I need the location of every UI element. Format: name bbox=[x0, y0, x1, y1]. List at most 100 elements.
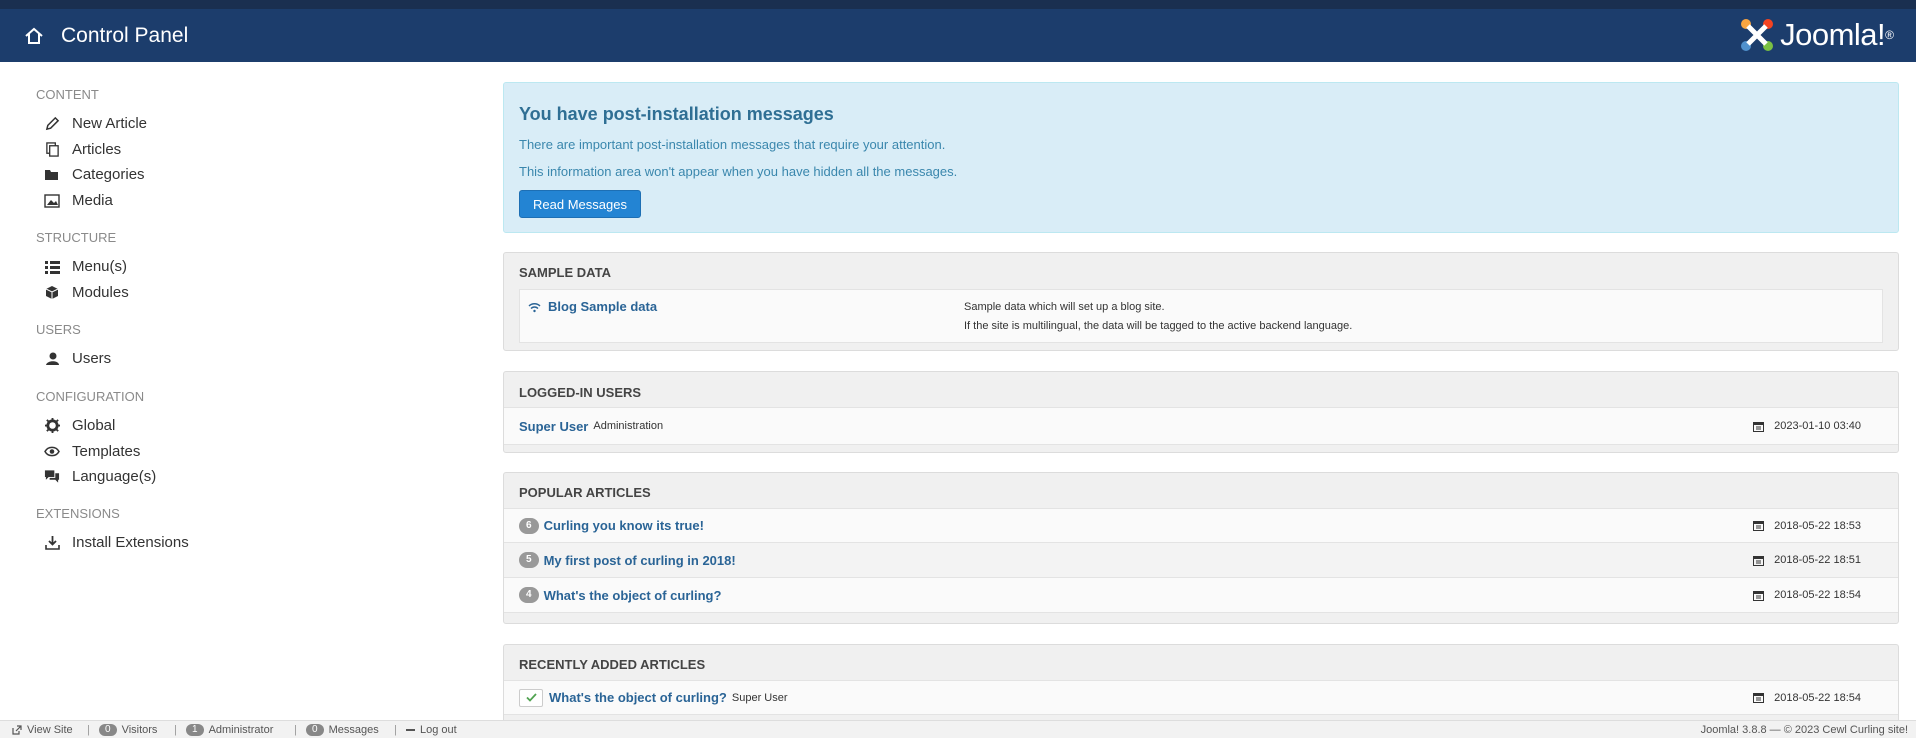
sidebar-header-extensions: EXTENSIONS bbox=[36, 506, 120, 521]
date-text: 2018-05-22 18:54 bbox=[1774, 691, 1861, 704]
date-value: 2018-05-22 18:54 bbox=[1753, 692, 1861, 704]
sidebar-header-users: USERS bbox=[36, 322, 81, 337]
sidebar-item-modules[interactable]: Modules bbox=[44, 284, 129, 301]
header-bar: Control Panel Joomla! ® bbox=[0, 9, 1916, 62]
post-install-alert: You have post-installation messages Ther… bbox=[503, 82, 1899, 233]
hits-badge: 6 bbox=[519, 517, 539, 534]
client-label: Administration bbox=[593, 420, 664, 432]
calendar-icon bbox=[1753, 555, 1765, 566]
view-site-link[interactable]: View Site bbox=[12, 724, 73, 736]
calendar-icon bbox=[1753, 692, 1765, 703]
sidebar-item-label: Menu(s) bbox=[72, 258, 128, 275]
sample-data-desc-2: If the site is multilingual, the data wi… bbox=[964, 320, 1353, 332]
sidebar-item-global[interactable]: Global bbox=[44, 417, 115, 434]
module-title: LOGGED-IN USERS bbox=[519, 385, 642, 400]
visitors-status[interactable]: 0 Visitors bbox=[99, 724, 157, 736]
sidebar-item-label: Templates bbox=[72, 443, 141, 460]
top-status-bar bbox=[0, 0, 1916, 9]
sidebar-item-label: Modules bbox=[72, 284, 129, 301]
cube-icon bbox=[44, 285, 60, 301]
calendar-icon bbox=[1753, 590, 1765, 601]
sample-data-desc-1: Sample data which will set up a blog sit… bbox=[964, 301, 1165, 313]
article-link[interactable]: What's the object of curling? bbox=[544, 588, 722, 603]
download-icon bbox=[44, 535, 60, 551]
sidebar-item-users[interactable]: Users bbox=[44, 350, 111, 367]
date-text: 2018-05-22 18:54 bbox=[1774, 589, 1861, 601]
external-link-icon bbox=[12, 725, 22, 735]
list-icon bbox=[44, 259, 60, 275]
date-text: 2018-05-22 18:53 bbox=[1774, 519, 1861, 532]
page-title: Control Panel bbox=[61, 23, 189, 47]
published-check-icon[interactable] bbox=[519, 688, 543, 707]
sidebar-item-install-extensions[interactable]: Install Extensions bbox=[44, 534, 189, 551]
sidebar-header-configuration: CONFIGURATION bbox=[36, 389, 145, 404]
eye-icon bbox=[44, 444, 60, 460]
sidebar-item-label: New Article bbox=[72, 115, 148, 132]
calendar-icon bbox=[1753, 421, 1765, 432]
table-row: 4 What's the object of curling? 2018-05-… bbox=[504, 578, 1898, 613]
home-icon[interactable] bbox=[24, 25, 46, 47]
sidebar-item-label: Media bbox=[72, 192, 113, 209]
sidebar-item-templates[interactable]: Templates bbox=[44, 443, 140, 460]
popular-articles-list: 6 Curling you know its true! 2018-05-22 … bbox=[504, 508, 1898, 616]
user-icon bbox=[44, 351, 60, 367]
alert-line-2: This information area won't appear when … bbox=[519, 164, 958, 179]
hits-badge: 5 bbox=[519, 552, 539, 568]
minus-icon bbox=[406, 729, 415, 731]
table-row: 5 My first post of curling in 2018! 2018… bbox=[504, 543, 1898, 578]
image-icon bbox=[44, 193, 60, 209]
sidebar-item-label: Install Extensions bbox=[72, 534, 189, 551]
module-title: RECENTLY ADDED ARTICLES bbox=[519, 657, 706, 672]
wifi-icon bbox=[528, 300, 541, 318]
module-title: POPULAR ARTICLES bbox=[519, 485, 651, 500]
module-title: SAMPLE DATA bbox=[519, 265, 611, 280]
super-user-link[interactable]: Super User bbox=[519, 419, 588, 434]
table-row: What's the object of curling? Super User… bbox=[504, 680, 1898, 715]
sidebar-item-menus[interactable]: Menu(s) bbox=[44, 258, 127, 275]
sidebar-item-categories[interactable]: Categories bbox=[44, 166, 145, 183]
sidebar-item-media[interactable]: Media bbox=[44, 192, 113, 209]
logout-link[interactable]: Log out bbox=[406, 724, 457, 736]
copy-icon bbox=[44, 142, 60, 158]
status-footer: View Site | 0 Visitors | 1 Administrator… bbox=[0, 720, 1916, 738]
article-link[interactable]: My first post of curling in 2018! bbox=[544, 553, 736, 568]
alert-title: You have post-installation messages bbox=[519, 104, 834, 124]
joomla-logo-text: Joomla! bbox=[1780, 17, 1886, 52]
date-text: 2018-05-22 18:51 bbox=[1774, 554, 1861, 566]
messages-status[interactable]: 0 Messages bbox=[306, 724, 379, 736]
joomla-logo[interactable]: Joomla! ® bbox=[1738, 15, 1894, 55]
logged-in-user-row: Super User Administration 2023-01-10 03:… bbox=[504, 407, 1898, 445]
blog-sample-data-link[interactable]: Blog Sample data bbox=[548, 299, 657, 314]
calendar-icon bbox=[1753, 520, 1765, 531]
joomla-logo-icon bbox=[1741, 19, 1774, 51]
logged-in-users-module: LOGGED-IN USERS Super User Administratio… bbox=[503, 371, 1899, 453]
sidebar-item-label: Language(s) bbox=[72, 468, 157, 485]
sidebar-header-structure: STRUCTURE bbox=[36, 230, 117, 245]
sidebar-item-articles[interactable]: Articles bbox=[44, 141, 121, 158]
gear-icon bbox=[44, 418, 60, 434]
sample-data-row: Blog Sample data Sample data which will … bbox=[519, 289, 1883, 343]
recent-articles-module: RECENTLY ADDED ARTICLES What's the objec… bbox=[503, 644, 1899, 726]
date-value: 2018-05-22 18:51 bbox=[1753, 554, 1861, 566]
alert-line-1: There are important post-installation me… bbox=[519, 137, 946, 152]
date-value: 2018-05-22 18:53 bbox=[1753, 520, 1861, 532]
article-link[interactable]: Curling you know its true! bbox=[544, 518, 704, 533]
date-value: 2023-01-10 03:40 bbox=[1753, 420, 1861, 432]
footer-version: Joomla! 3.8.8 — © 2023 Cewl Curling site… bbox=[1700, 724, 1908, 736]
popular-articles-module: POPULAR ARTICLES 6 Curling you know its … bbox=[503, 472, 1899, 624]
sidebar-item-label: Global bbox=[72, 417, 116, 434]
date-text: 2023-01-10 03:40 bbox=[1774, 420, 1861, 432]
sidebar-item-languages[interactable]: Language(s) bbox=[44, 468, 156, 485]
read-messages-button[interactable]: Read Messages bbox=[519, 190, 641, 218]
sidebar-item-label: Categories bbox=[72, 166, 145, 183]
folder-open-icon bbox=[44, 167, 60, 183]
sidebar-item-new-article[interactable]: New Article bbox=[44, 115, 147, 132]
hits-badge: 4 bbox=[519, 587, 539, 603]
article-link[interactable]: What's the object of curling? bbox=[549, 690, 727, 705]
sidebar-header-content: CONTENT bbox=[36, 87, 99, 102]
sample-data-module: SAMPLE DATA Blog Sample data Sample data… bbox=[503, 252, 1899, 351]
administrator-status[interactable]: 1 Administrator bbox=[186, 724, 273, 736]
pencil-icon bbox=[44, 116, 60, 132]
sidebar-item-label: Users bbox=[72, 350, 112, 367]
comments-icon bbox=[44, 469, 60, 485]
